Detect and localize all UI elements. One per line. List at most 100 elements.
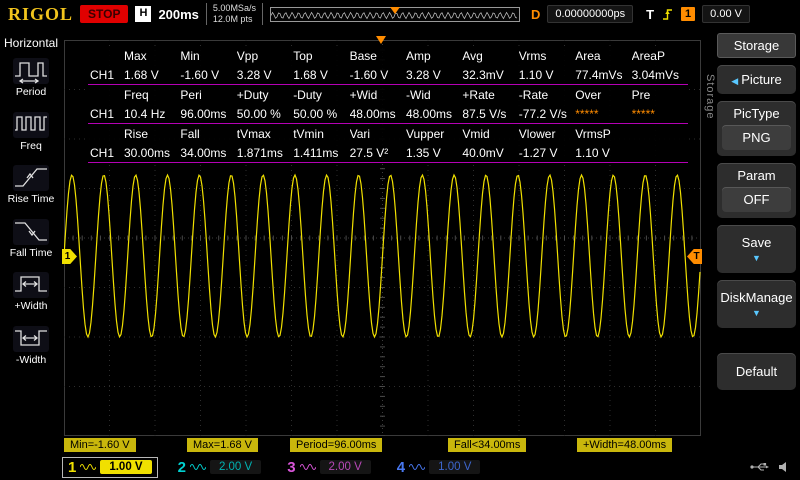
diskmanage-label: DiskManage bbox=[720, 290, 793, 305]
pictype-button[interactable]: PicType PNG bbox=[717, 101, 796, 156]
trigger-level-value: 0.00 V bbox=[702, 5, 750, 23]
measure-value: 48.00ms bbox=[406, 106, 453, 121]
rigol-logo: RIGOL bbox=[8, 3, 74, 24]
measure-header: Vlower bbox=[518, 126, 556, 141]
measure-chip-max[interactable]: Max=1.68 V bbox=[187, 438, 259, 452]
run-state-badge: STOP bbox=[80, 5, 129, 23]
measure-header: Max bbox=[124, 48, 147, 63]
measure-header: -Wid bbox=[406, 87, 431, 102]
measure-item-label: -Width bbox=[15, 353, 47, 366]
measure-item-label: Fall Time bbox=[9, 246, 53, 259]
usb-icon bbox=[750, 463, 769, 471]
fall-time-icon bbox=[13, 218, 49, 245]
measure-value: 10.4 Hz bbox=[124, 106, 166, 121]
measurement-table: Max Min Vpp Top Base Amp Avg Vrms Area AreaP CH1 1.… bbox=[88, 46, 688, 163]
measure-value: 3.28 V bbox=[236, 67, 272, 82]
measure-value: 1.871ms bbox=[236, 145, 283, 160]
measure-header: AreaP bbox=[631, 48, 665, 63]
horizontal-label: H bbox=[135, 6, 152, 22]
measure-header: +Wid bbox=[349, 87, 378, 102]
measure-menu-title: Horizontal bbox=[3, 36, 59, 50]
measure-item-freq[interactable]: Freq bbox=[13, 111, 49, 153]
channel-wave-icon bbox=[409, 464, 426, 470]
default-label: Default bbox=[735, 364, 778, 379]
measure-header: tVmin bbox=[293, 126, 324, 141]
measure-item-plus-width[interactable]: +Width bbox=[13, 272, 49, 313]
measure-header: Freq bbox=[124, 87, 149, 102]
measure-item-label: Period bbox=[15, 86, 47, 98]
pictype-label: PicType bbox=[733, 106, 780, 121]
channel-scale: 2.00 V bbox=[319, 460, 371, 474]
measure-header: Amp bbox=[406, 48, 431, 63]
acquisition-info: 5.00MSa/s 12.0M pts bbox=[205, 2, 263, 26]
measure-header: -Duty bbox=[293, 87, 322, 102]
measure-value: 1.411ms bbox=[293, 145, 339, 160]
measure-item-fall-time[interactable]: Fall Time bbox=[9, 218, 53, 260]
trigger-label: T bbox=[646, 6, 655, 22]
trigger-position-marker[interactable] bbox=[376, 36, 386, 44]
measure-value: 87.5 V/s bbox=[462, 106, 507, 121]
channel-chip-2[interactable]: 2 2.00 V bbox=[172, 457, 268, 478]
measure-value: 50.00 % bbox=[236, 106, 281, 121]
measure-value-row: CH1 10.4 Hz 96.00ms 50.00 % 50.00 % 48.00ms 48… bbox=[88, 104, 688, 124]
channel-label: CH1 bbox=[90, 67, 115, 82]
measure-value-row: CH1 1.68 V -1.60 V 3.28 V 1.68 V -1.60 V 3.28 … bbox=[88, 65, 688, 85]
delay-value: 0.00000000ps bbox=[547, 5, 634, 23]
channel-scale: 2.00 V bbox=[209, 460, 262, 474]
memory-depth: 12.0M pts bbox=[212, 14, 253, 24]
memory-position-bar[interactable] bbox=[269, 6, 520, 22]
channel-number: 2 bbox=[177, 458, 186, 476]
save-label: Save bbox=[741, 235, 772, 250]
peripheral-icons bbox=[750, 461, 800, 473]
rise-time-icon bbox=[13, 165, 49, 192]
channel-status-bar: 1 1.00 V 2 2.00 V 3 2.00 V 4 1.00 V bbox=[0, 454, 800, 480]
measure-item-period[interactable]: Period bbox=[13, 58, 49, 99]
measure-value: -1.60 V bbox=[349, 67, 389, 82]
channel-chip-4[interactable]: 4 1.00 V bbox=[391, 457, 487, 478]
measure-item-minus-width[interactable]: -Width bbox=[13, 325, 49, 367]
save-button[interactable]: Save ▼ bbox=[717, 225, 796, 273]
diskmanage-button[interactable]: DiskManage ▼ bbox=[717, 280, 796, 328]
channel-label: CH1 bbox=[90, 106, 115, 121]
channel-number: 4 bbox=[396, 458, 406, 476]
measure-value-row: CH1 30.00ms 34.00ms 1.871ms 1.411ms 27.5 V² 1.… bbox=[88, 143, 688, 163]
channel-number: 3 bbox=[287, 458, 296, 476]
menu-side-label: Storage bbox=[704, 74, 716, 120]
default-button[interactable]: Default bbox=[717, 353, 796, 390]
measure-value: -1.60 V bbox=[180, 67, 220, 82]
param-value: OFF bbox=[722, 187, 791, 212]
dropdown-icon: ▼ bbox=[752, 253, 761, 263]
measure-header: +Duty bbox=[236, 87, 269, 102]
channel-wave-icon bbox=[189, 464, 206, 470]
measure-chip-min[interactable]: Min=-1.60 V bbox=[64, 438, 136, 452]
delay-label: D bbox=[530, 6, 541, 22]
channel-chip-1[interactable]: 1 1.00 V bbox=[62, 456, 158, 478]
picture-label: Picture bbox=[741, 72, 782, 87]
measure-item-label: Rise Time bbox=[7, 193, 55, 206]
measure-item-label: Freq bbox=[20, 139, 42, 152]
measure-header-row: Freq Peri +Duty -Duty +Wid -Wid +Rate -Rate Over… bbox=[88, 85, 688, 104]
memory-trigger-marker[interactable] bbox=[389, 6, 400, 14]
freq-icon bbox=[13, 111, 49, 138]
trigger-edge-icon bbox=[663, 8, 673, 20]
measure-value: 3.28 V bbox=[406, 67, 441, 82]
measure-chip-fall[interactable]: Fall<34.00ms bbox=[448, 438, 527, 452]
param-button[interactable]: Param OFF bbox=[717, 163, 796, 218]
measure-header: Over bbox=[575, 87, 602, 102]
measure-value: 96.00ms bbox=[180, 106, 227, 121]
channel-scale: 1.00 V bbox=[100, 460, 152, 474]
measure-header: Avg bbox=[462, 48, 483, 63]
picture-button[interactable]: ◀ Picture bbox=[717, 65, 796, 94]
measure-header: Peri bbox=[180, 87, 202, 102]
measure-value: 1.68 V bbox=[124, 67, 159, 82]
measure-value: 1.10 V bbox=[575, 145, 610, 160]
menu-title: Storage bbox=[717, 33, 796, 58]
measure-value: 3.04mVs bbox=[631, 67, 679, 82]
measure-header-row: Rise Fall tVmax tVmin Vari Vupper Vmid Vlower Vr… bbox=[88, 124, 688, 143]
param-label: Param bbox=[737, 168, 776, 183]
measure-chip-plus-width[interactable]: +Width=48.00ms bbox=[577, 438, 673, 452]
dropdown-icon: ▼ bbox=[752, 308, 761, 318]
measure-chip-period[interactable]: Period=96.00ms bbox=[290, 438, 383, 452]
channel-chip-3[interactable]: 3 2.00 V bbox=[281, 457, 377, 478]
measure-item-rise-time[interactable]: Rise Time bbox=[7, 165, 55, 206]
